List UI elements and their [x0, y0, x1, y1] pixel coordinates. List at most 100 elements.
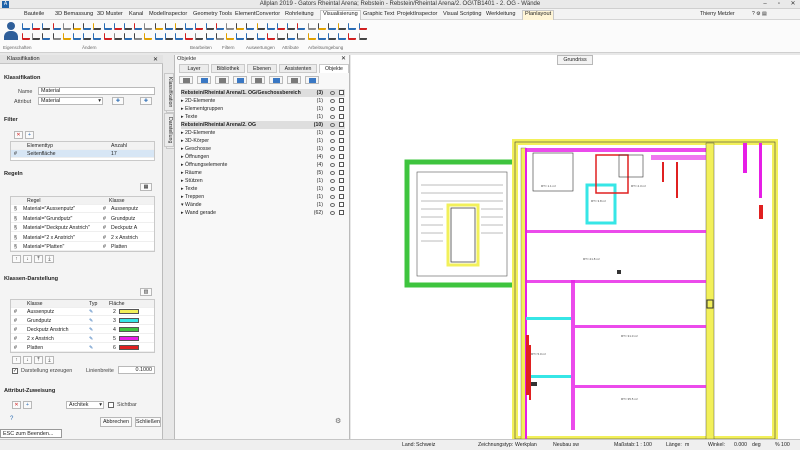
tab-3d-muster[interactable]: 3D Muster	[97, 11, 123, 17]
close-button[interactable]: Schließen	[135, 417, 161, 427]
tab-visual-scripting[interactable]: Visual Scripting	[443, 11, 481, 17]
vtab-darstellung-side[interactable]: Darstellung	[164, 113, 174, 147]
checkbox[interactable]	[339, 194, 344, 199]
ribbon-tool-icon[interactable]	[134, 33, 143, 40]
ribbon-tool-icon[interactable]	[328, 23, 336, 30]
status-winkel[interactable]: 0.000	[734, 442, 747, 448]
class-top-icon[interactable]: ⤒	[34, 356, 43, 364]
table-row[interactable]: § Material="Deckputz Anstrich" # Deckputz A	[11, 224, 154, 232]
tab-kanal[interactable]: Kanal	[129, 11, 143, 17]
ribbon-tool-icon[interactable]	[185, 23, 194, 30]
eye-icon[interactable]	[330, 211, 335, 215]
checkbox[interactable]	[339, 138, 344, 143]
linienbreite-field[interactable]: 0.1000	[118, 366, 155, 374]
maximize-icon[interactable]: ▫	[772, 0, 786, 9]
tab-visualisierung[interactable]: Visualisierung	[320, 10, 361, 20]
checkbox[interactable]	[339, 154, 344, 159]
checkbox[interactable]	[339, 122, 344, 127]
tree-item-row[interactable]: ▸ Stützen (1)	[181, 177, 345, 185]
cancel-button[interactable]: Abbrechen	[100, 417, 132, 427]
close-icon[interactable]: ✕	[786, 0, 800, 9]
ribbon-tool-icon[interactable]	[195, 23, 204, 30]
tab-objekte[interactable]: Objekte	[319, 64, 349, 73]
tab-layer[interactable]: Layer	[179, 64, 209, 73]
ribbon-tool-icon[interactable]	[144, 33, 153, 40]
table-row[interactable]: # Aussenputz ✎ 2	[11, 308, 154, 316]
ribbon-tool-icon[interactable]	[328, 33, 336, 40]
eye-icon[interactable]	[330, 115, 335, 119]
ribbon-tool-icon[interactable]	[226, 23, 234, 30]
tab-elementconvertor[interactable]: ElementConvertor	[235, 11, 280, 17]
ribbon-tool-icon[interactable]	[164, 23, 173, 30]
tree-item-row[interactable]: ▸ Öffnungen (4)	[181, 153, 345, 161]
status-neubau[interactable]: Neubau sw	[553, 442, 579, 448]
ribbon-tool-icon[interactable]	[124, 33, 132, 40]
checkbox[interactable]	[339, 178, 344, 183]
eye-icon[interactable]	[330, 163, 335, 167]
ribbon-tool-icon[interactable]	[205, 33, 214, 40]
ribbon-tool-icon[interactable]	[52, 33, 61, 40]
ribbon-tool-icon[interactable]	[103, 23, 112, 30]
ribbon-tool-icon[interactable]	[215, 23, 224, 30]
ribbon-tool-icon[interactable]	[113, 33, 122, 40]
ribbon-tool-icon[interactable]	[103, 33, 112, 40]
ribbon-tool-icon[interactable]	[287, 33, 296, 40]
tab-ebenen[interactable]: Ebenen	[247, 64, 277, 73]
checkbox[interactable]	[339, 162, 344, 167]
checkbox[interactable]	[339, 146, 344, 151]
save-icon[interactable]	[233, 76, 247, 84]
ribbon-tool-icon[interactable]	[185, 33, 194, 40]
color-swatch[interactable]	[119, 345, 139, 350]
delete-filter-icon[interactable]: ✕	[14, 131, 23, 139]
tab-3d-bemassung[interactable]: 3D Bemassung	[55, 11, 93, 17]
tab-graphic-text[interactable]: Graphic Text	[363, 11, 394, 17]
tab-assistenten[interactable]: Assistenten	[279, 64, 317, 73]
tab-rohrleitung[interactable]: Rohrleitung	[285, 11, 314, 17]
tree-item-row[interactable]: ▾ Wände (1)	[181, 201, 345, 209]
tree-item-row[interactable]: ▸ Geschosse (1)	[181, 145, 345, 153]
ribbon-tool-icon[interactable]	[164, 33, 173, 40]
eye-icon[interactable]	[330, 107, 335, 111]
class-bottom-icon[interactable]: ⤓	[45, 356, 54, 364]
add-attribute-button[interactable]: ✚	[112, 97, 124, 105]
checkbox[interactable]	[339, 114, 344, 119]
tree-item-row[interactable]: ▸ Wand gerade (62)	[181, 209, 345, 217]
tree-item-row[interactable]: ▸ Texte (1)	[181, 113, 345, 121]
attr-dropdown[interactable]: Architek ▾	[66, 401, 104, 409]
ribbon-tool-icon[interactable]	[297, 33, 306, 40]
ribbon-tool-icon[interactable]	[83, 23, 92, 30]
ribbon-tool-icon[interactable]	[277, 23, 285, 30]
tree-group-row[interactable]: Rebstein/Rheintal Arena/1. OG/Geschossbe…	[181, 89, 345, 97]
list-icon[interactable]	[215, 76, 229, 84]
ribbon-tool-icon[interactable]	[236, 33, 245, 40]
ribbon-tool-icon[interactable]	[144, 23, 153, 30]
ribbon-tool-icon[interactable]	[62, 23, 71, 30]
tab-modelinspector[interactable]: ModelInspector	[149, 11, 187, 17]
tree-item-row[interactable]: ▸ 2D-Elemente (1)	[181, 129, 345, 137]
minimize-icon[interactable]: –	[758, 0, 772, 9]
status-laenge[interactable]: m	[685, 442, 689, 448]
help-circle-icon[interactable]: ?	[10, 416, 16, 422]
ribbon-tool-icon[interactable]	[348, 33, 357, 40]
ribbon-tool-icon[interactable]	[62, 33, 71, 40]
ribbon-tool-icon[interactable]	[307, 23, 316, 30]
ribbon-tool-icon[interactable]	[93, 23, 102, 30]
status-percent[interactable]: % 100	[775, 442, 790, 448]
table-row[interactable]: # Grundputz ✎ 3	[11, 317, 154, 325]
ribbon-tool-icon[interactable]	[287, 23, 296, 30]
tree-item-row[interactable]: ▸ Treppen (1)	[181, 193, 345, 201]
table-row[interactable]: § Material="Platten" # Platten	[11, 243, 154, 251]
color-swatch[interactable]	[119, 327, 139, 332]
checkbox[interactable]	[339, 202, 344, 207]
user-avatar[interactable]	[3, 22, 19, 42]
name-field[interactable]: Material	[38, 87, 155, 95]
rule-down-icon[interactable]: ↓	[23, 255, 32, 263]
tab-bibliothek[interactable]: Bibliothek	[211, 64, 245, 73]
checkbox[interactable]	[339, 90, 344, 95]
ribbon-tool-icon[interactable]	[42, 23, 51, 30]
class-down-icon[interactable]: ↓	[23, 356, 32, 364]
eye-icon[interactable]	[330, 203, 335, 207]
delete-attr-icon[interactable]: ✕	[12, 401, 21, 409]
panel-close-icon[interactable]: ✕	[341, 55, 346, 62]
ribbon-tool-icon[interactable]	[42, 33, 51, 40]
